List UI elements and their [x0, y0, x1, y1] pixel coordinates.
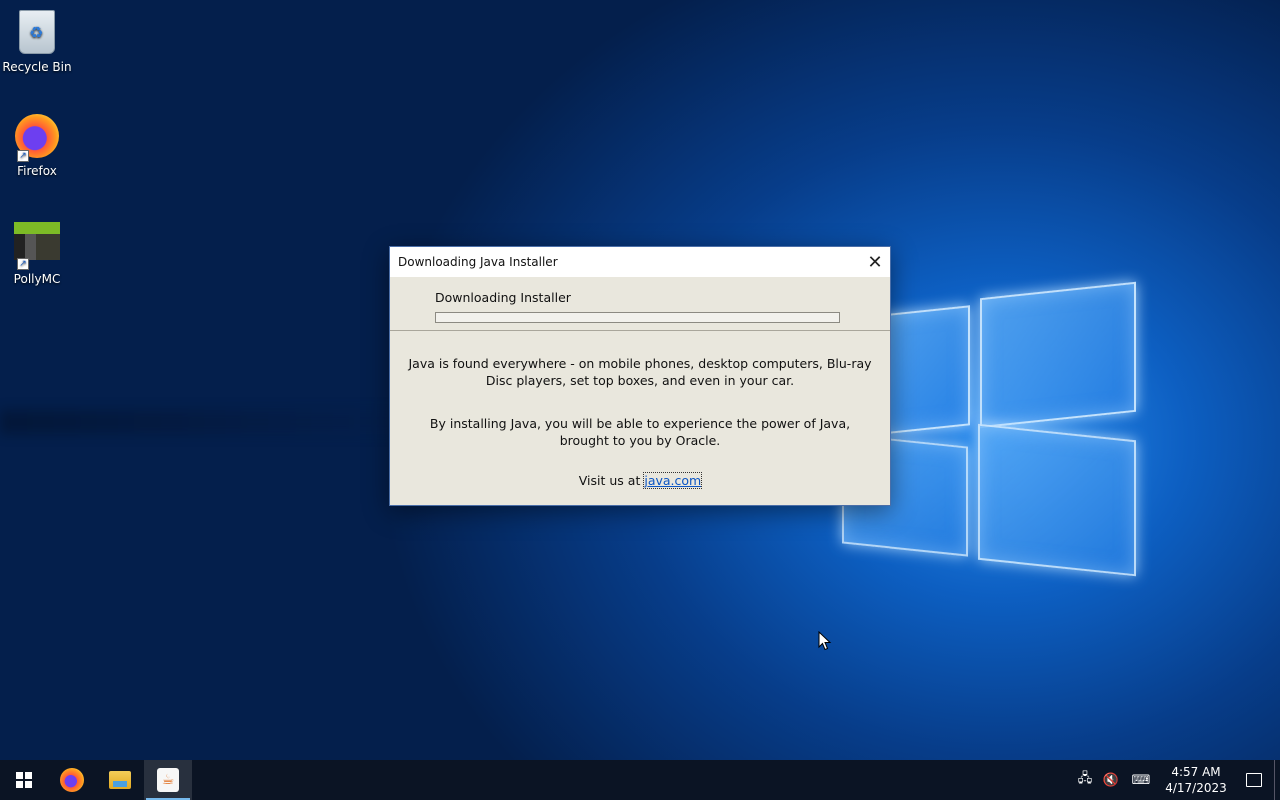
notification-icon	[1246, 773, 1262, 787]
firefox-icon	[60, 768, 84, 792]
start-button[interactable]	[0, 760, 48, 800]
mouse-cursor-icon	[818, 631, 832, 651]
java-download-dialog: Downloading Java Installer ✕ Downloading…	[389, 246, 891, 506]
desktop-icon-label: Firefox	[17, 164, 57, 178]
visit-line: Visit us at java.com	[408, 472, 872, 489]
java-icon: ☕	[157, 768, 179, 792]
download-progress-bar	[435, 312, 840, 323]
shortcut-arrow-icon: ↗	[17, 150, 29, 162]
file-explorer-icon	[109, 771, 131, 789]
download-status-text: Downloading Installer	[435, 290, 571, 305]
recycle-bin-icon	[19, 10, 55, 54]
network-icon[interactable]: 🖧	[1072, 760, 1098, 800]
taskbar: ☕ 🖧 🔇 ⌨ 4:57 AM 4/17/2023	[0, 760, 1280, 800]
show-desktop-button[interactable]	[1274, 760, 1280, 800]
desktop-icon-recycle-bin[interactable]: Recycle Bin	[0, 8, 74, 74]
desktop-icon-pollymc[interactable]: ↗ PollyMC	[0, 216, 74, 286]
start-icon	[16, 772, 32, 788]
pollymc-icon	[14, 222, 60, 260]
taskbar-file-explorer[interactable]	[96, 760, 144, 800]
clock[interactable]: 4:57 AM 4/17/2023	[1158, 764, 1234, 796]
dialog-titlebar[interactable]: Downloading Java Installer ✕	[390, 247, 890, 277]
system-tray: 🖧 🔇 ⌨ 4:57 AM 4/17/2023	[1072, 760, 1280, 800]
clock-time: 4:57 AM	[1171, 765, 1221, 779]
dialog-title: Downloading Java Installer	[398, 255, 558, 269]
close-button[interactable]: ✕	[860, 247, 890, 277]
taskbar-firefox[interactable]	[48, 760, 96, 800]
taskbar-java[interactable]: ☕	[144, 760, 192, 800]
close-icon: ✕	[867, 251, 883, 273]
java-com-link[interactable]: java.com	[643, 472, 703, 489]
visit-prefix: Visit us at	[578, 473, 641, 488]
desktop-icon-firefox[interactable]: ↗ Firefox	[0, 112, 74, 178]
download-status-panel: Downloading Installer	[390, 277, 890, 331]
keyboard-icon[interactable]: ⌨	[1124, 760, 1158, 800]
action-center-button[interactable]	[1234, 760, 1274, 800]
info-paragraph-1: Java is found everywhere - on mobile pho…	[408, 356, 872, 388]
info-paragraph-2: By installing Java, you will be able to …	[429, 416, 851, 448]
volume-muted-icon[interactable]: 🔇	[1098, 760, 1124, 800]
desktop-icon-label: PollyMC	[13, 272, 61, 286]
clock-date: 4/17/2023	[1165, 781, 1227, 795]
dialog-body: Java is found everywhere - on mobile pho…	[390, 331, 890, 489]
desktop-icon-label: Recycle Bin	[2, 60, 72, 74]
shortcut-arrow-icon: ↗	[17, 258, 29, 270]
